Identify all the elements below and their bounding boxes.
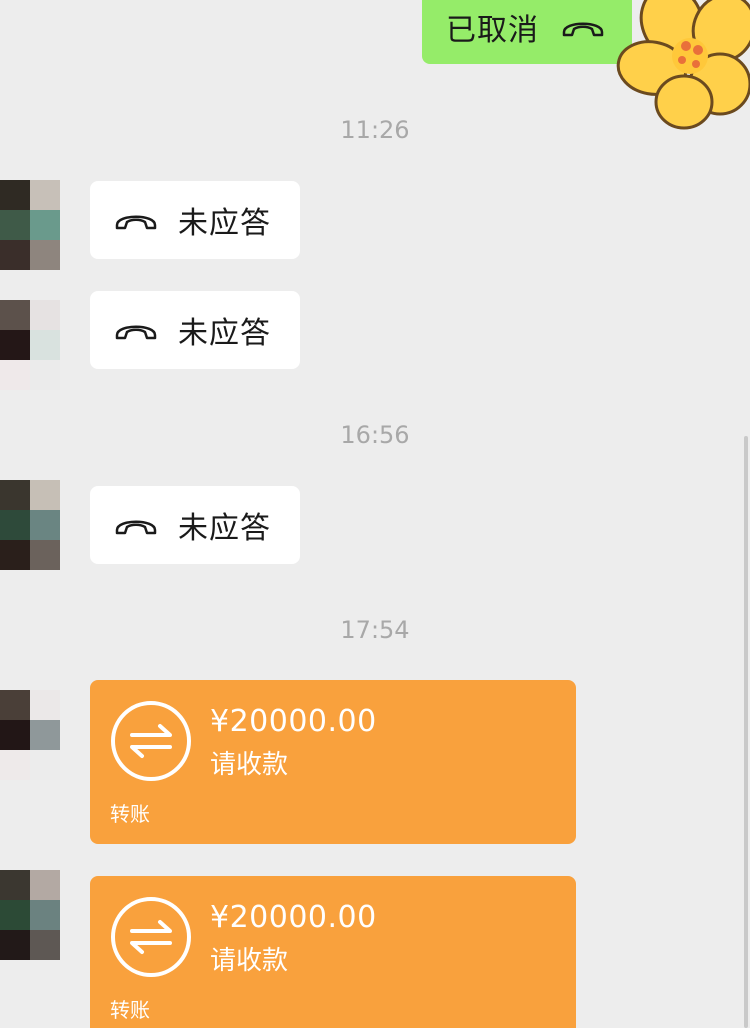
transfer-label: 转账 bbox=[110, 802, 150, 826]
timestamp: 11:26 bbox=[340, 116, 410, 144]
call-status-text: 已取消 bbox=[446, 13, 539, 48]
contact-avatar[interactable] bbox=[0, 480, 60, 570]
timestamp: 17:54 bbox=[340, 616, 410, 644]
contact-avatar[interactable] bbox=[0, 870, 60, 960]
transfer-card[interactable]: ¥20000.00 请收款 转账 bbox=[90, 876, 576, 1028]
call-status-text: 未应答 bbox=[178, 206, 271, 241]
transfer-status: 请收款 bbox=[210, 750, 289, 780]
chat-area[interactable]: 已取消 11:26 未应答 未应答 16:56 未应答 17:54 ¥20000… bbox=[0, 0, 750, 1028]
missed-call-bubble[interactable]: 未应答 bbox=[90, 486, 300, 564]
transfer-status: 请收款 bbox=[210, 946, 289, 976]
transfer-card[interactable]: ¥20000.00 请收款 转账 bbox=[90, 680, 576, 844]
call-status-text: 未应答 bbox=[178, 316, 271, 351]
contact-avatar[interactable] bbox=[0, 300, 60, 390]
transfer-arrows-icon bbox=[111, 897, 191, 977]
missed-call-bubble[interactable]: 未应答 bbox=[90, 181, 300, 259]
transfer-amount: ¥20000.00 bbox=[210, 704, 377, 739]
missed-call-bubble[interactable]: 未应答 bbox=[90, 291, 300, 369]
phone-hangup-icon bbox=[562, 22, 604, 37]
transfer-arrows-icon bbox=[111, 701, 191, 781]
phone-hangup-icon bbox=[115, 325, 157, 340]
scrollbar[interactable] bbox=[744, 436, 748, 1028]
outgoing-call-bubble[interactable]: 已取消 bbox=[422, 0, 632, 64]
transfer-amount: ¥20000.00 bbox=[210, 900, 377, 935]
call-status-text: 未应答 bbox=[178, 511, 271, 546]
contact-avatar[interactable] bbox=[0, 690, 60, 780]
timestamp: 16:56 bbox=[340, 421, 410, 449]
phone-hangup-icon bbox=[115, 215, 157, 230]
phone-hangup-icon bbox=[115, 520, 157, 535]
transfer-label: 转账 bbox=[110, 998, 150, 1022]
contact-avatar[interactable] bbox=[0, 180, 60, 270]
